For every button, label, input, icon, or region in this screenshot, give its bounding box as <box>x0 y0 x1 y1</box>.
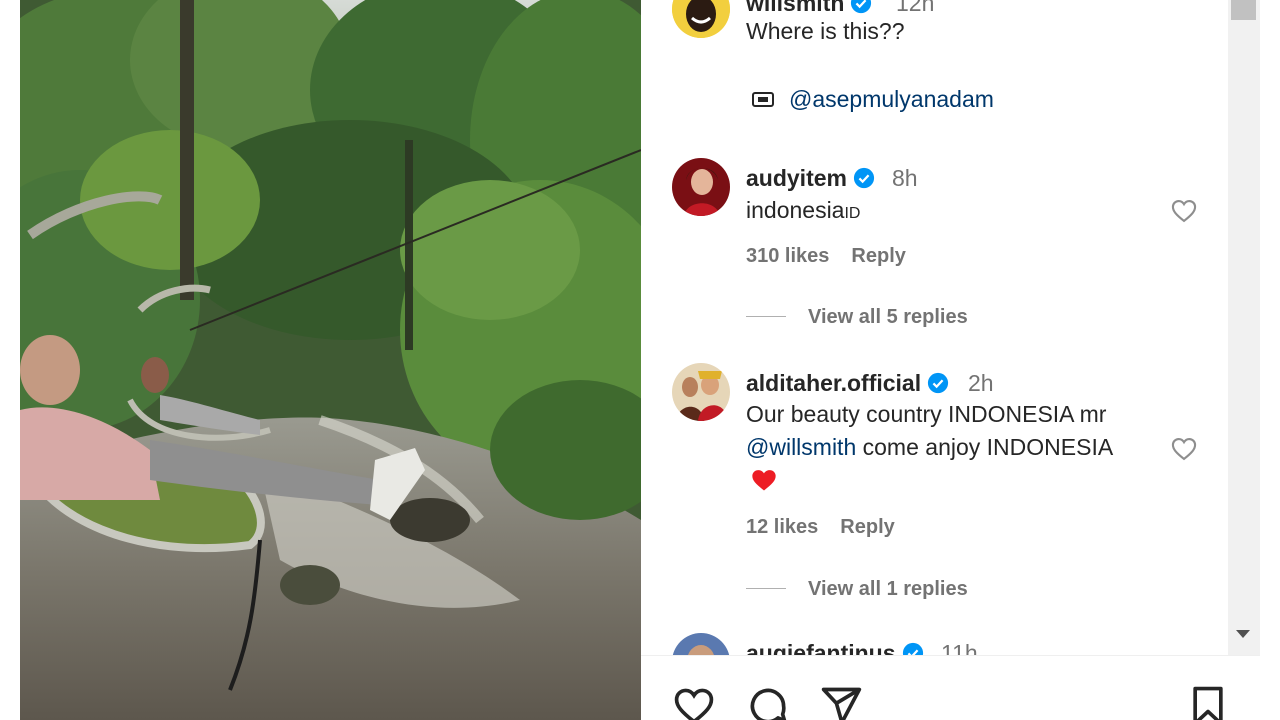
comment-text: indonesiaID <box>746 197 861 223</box>
comment-text-line1: Our beauty country INDONESIA mr <box>746 401 1107 427</box>
comment-like-heart-icon[interactable] <box>1169 197 1199 225</box>
heart-icon[interactable] <box>672 684 716 720</box>
comment-text-line2: @willsmith come anjoy INDONESIA <box>746 431 1176 464</box>
view-replies-label: View all 1 replies <box>808 578 968 600</box>
comment-username[interactable]: augiefantinus <box>746 640 896 655</box>
replies-divider <box>746 588 786 589</box>
comments-scrollbar[interactable] <box>1228 0 1260 655</box>
comment-mention[interactable]: @willsmith <box>746 434 856 460</box>
avatar-image <box>672 363 730 421</box>
comment-likes[interactable]: 12 likes <box>746 516 818 538</box>
comment-time[interactable]: 2h <box>968 370 994 397</box>
caption-text: Where is this?? <box>746 18 905 44</box>
comment-meta: 310 likes Reply <box>746 245 906 268</box>
comment-time[interactable]: 11h <box>941 640 978 655</box>
post-media-video[interactable] <box>20 0 641 720</box>
caption-username[interactable]: willsmith <box>746 0 844 16</box>
comment-username[interactable]: alditaher.official <box>746 370 921 396</box>
comment-time[interactable]: 8h <box>892 165 918 192</box>
comment-text-rest: come anjoy INDONESIA <box>856 434 1114 460</box>
verified-badge-icon <box>902 642 923 655</box>
avatar[interactable] <box>672 363 730 421</box>
bookmark-icon[interactable] <box>1186 684 1230 720</box>
comment-icon[interactable] <box>746 684 790 720</box>
scrollbar-thumb[interactable] <box>1231 0 1256 20</box>
post-media-image <box>20 0 641 720</box>
view-replies-button[interactable]: View all 5 replies <box>746 306 968 329</box>
comment-likes[interactable]: 310 likes <box>746 245 829 267</box>
flag-suffix: ID <box>844 205 861 222</box>
comment-text: Our beauty country INDONESIA mr @willsmi… <box>746 398 1176 497</box>
avatar-image <box>672 0 730 38</box>
share-icon[interactable] <box>819 684 863 720</box>
post-action-bar <box>641 655 1260 720</box>
red-heart-emoji <box>746 464 1176 497</box>
verified-badge-icon <box>928 372 949 394</box>
reply-button[interactable]: Reply <box>851 245 905 267</box>
avatar-image <box>672 633 730 655</box>
avatar[interactable] <box>672 633 730 655</box>
avatar[interactable] <box>672 158 730 216</box>
view-replies-button[interactable]: View all 1 replies <box>746 578 968 601</box>
comment-meta: 12 likes Reply <box>746 516 895 539</box>
replies-divider <box>746 316 786 317</box>
view-replies-label: View all 5 replies <box>808 306 968 328</box>
scroll-down-arrow-icon[interactable] <box>1236 630 1250 638</box>
reply-button[interactable]: Reply <box>840 516 894 538</box>
page-left-gutter <box>0 0 20 720</box>
avatar-image <box>672 158 730 216</box>
comments-panel: willsmith 12h Where is this?? @asepmulya… <box>641 0 1228 655</box>
tag-icon <box>751 87 775 111</box>
comment-username[interactable]: audyitem <box>746 165 847 191</box>
avatar[interactable] <box>672 0 730 38</box>
caption-tag-mention[interactable]: @asepmulyanadam <box>789 83 1089 116</box>
comment-like-heart-icon[interactable] <box>1169 435 1199 463</box>
verified-badge-icon <box>853 167 875 189</box>
verified-badge-icon <box>851 0 872 14</box>
